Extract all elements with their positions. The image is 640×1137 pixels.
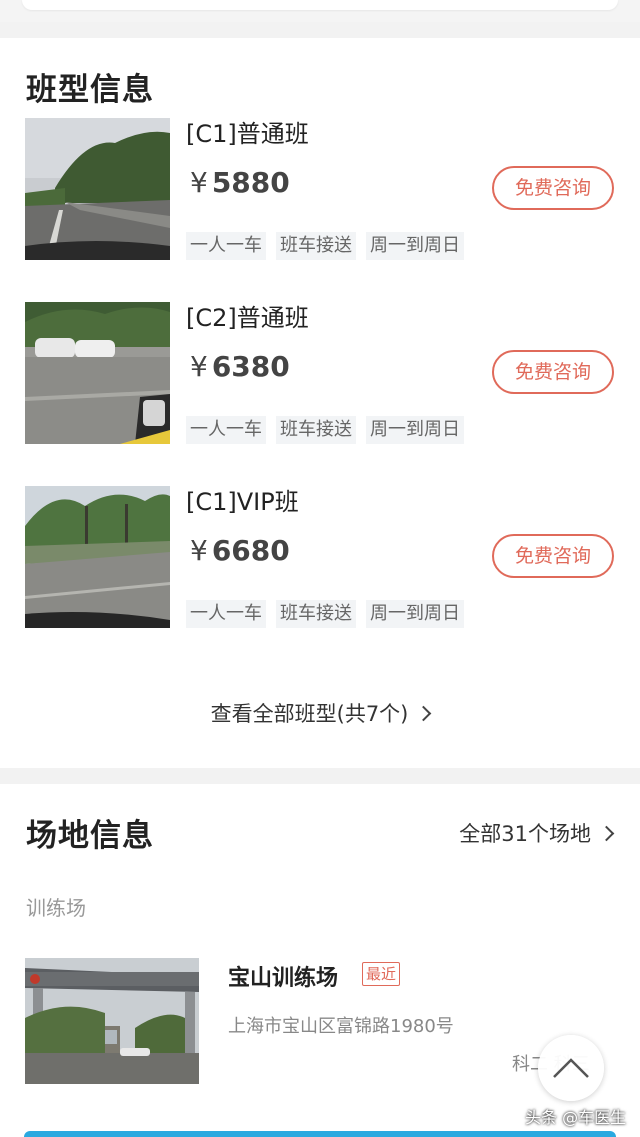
courses-section-title: 班型信息 <box>26 72 154 108</box>
tag: 周一到周日 <box>366 416 464 444</box>
course-name: [C2]普通班 <box>186 304 309 332</box>
course-tags: 一人一车 班车接送 周一到周日 <box>186 232 464 260</box>
venue-name: 宝山训练场 <box>228 966 339 991</box>
course-tags: 一人一车 班车接送 周一到周日 <box>186 600 464 628</box>
course-image <box>25 486 170 628</box>
course-tags: 一人一车 班车接送 周一到周日 <box>186 416 464 444</box>
tag: 一人一车 <box>186 600 266 628</box>
course-name: [C1]VIP班 <box>186 488 299 516</box>
scroll-to-top-button[interactable] <box>538 1035 604 1101</box>
chevron-right-icon <box>416 705 432 722</box>
chevron-up-icon <box>553 1058 589 1078</box>
venues-section-title: 场地信息 <box>26 818 154 854</box>
previous-card-edge <box>0 0 640 22</box>
course-name: [C1]普通班 <box>186 120 309 148</box>
tag: 周一到周日 <box>366 232 464 260</box>
tag: 一人一车 <box>186 232 266 260</box>
nearest-badge: 最近 <box>362 962 401 986</box>
venue-address: 上海市宝山区富锦路1980号 <box>228 1016 454 1037</box>
course-card[interactable]: [C1]普通班 ¥5880 免费咨询 一人一车 班车接送 周一到周日 <box>0 118 640 268</box>
watermark: 头条 @车医生 <box>525 1108 627 1127</box>
free-consult-button[interactable]: 免费咨询 <box>492 166 614 210</box>
course-price: ¥6380 <box>190 350 290 383</box>
course-image <box>25 118 170 260</box>
tag: 班车接送 <box>276 416 356 444</box>
tag: 班车接送 <box>276 232 356 260</box>
view-all-label: 查看全部班型(共7个) <box>210 702 409 726</box>
course-price: ¥5880 <box>190 166 290 199</box>
bottom-action-bar[interactable] <box>24 1131 616 1137</box>
view-all-courses-link[interactable]: 查看全部班型(共7个) <box>0 698 640 728</box>
all-venues-label: 全部31个场地 <box>459 822 591 846</box>
course-card[interactable]: [C2]普通班 ¥6380 免费咨询 一人一车 班车接送 周一到周日 <box>0 302 640 452</box>
free-consult-button[interactable]: 免费咨询 <box>492 534 614 578</box>
all-venues-link[interactable]: 全部31个场地 <box>459 818 615 848</box>
venue-image[interactable] <box>25 958 199 1084</box>
chevron-right-icon <box>598 825 615 842</box>
venue-category-label: 训练场 <box>26 896 86 920</box>
courses-section: 班型信息 [C1]普通班 ¥5880 免费咨询 一人一车 班车接送 周一到周日 <box>0 38 640 768</box>
tag: 周一到周日 <box>366 600 464 628</box>
course-card[interactable]: [C1]VIP班 ¥6680 免费咨询 一人一车 班车接送 周一到周日 <box>0 486 640 636</box>
free-consult-button[interactable]: 免费咨询 <box>492 350 614 394</box>
course-price: ¥6680 <box>190 534 290 567</box>
tag: 班车接送 <box>276 600 356 628</box>
tag: 一人一车 <box>186 416 266 444</box>
course-image <box>25 302 170 444</box>
